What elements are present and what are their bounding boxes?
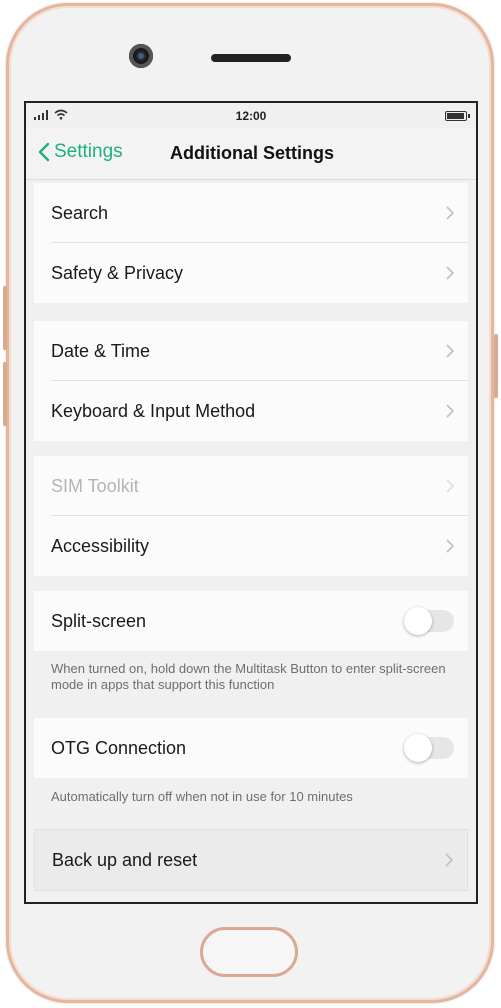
list-item-label: Search	[51, 202, 109, 223]
screen: 12:00 Settings Additional Settings Searc…	[24, 101, 478, 904]
toggle-knob	[404, 607, 432, 635]
list-item-backup-reset[interactable]: Back up and reset	[35, 830, 467, 890]
battery-icon	[445, 111, 470, 121]
earpiece-speaker	[211, 54, 291, 62]
chevron-right-icon	[446, 266, 454, 280]
page-title: Additional Settings	[170, 143, 334, 163]
settings-group-1: Search Safety & Privacy	[34, 183, 468, 303]
otg-toggle[interactable]	[404, 734, 454, 762]
status-bar: 12:00	[26, 103, 476, 129]
volume-down-button	[3, 362, 7, 426]
wifi-icon	[54, 109, 68, 120]
status-time: 12:00	[235, 109, 267, 123]
settings-group-3: SIM Toolkit Accessibility	[34, 456, 468, 576]
nav-bar: Settings Additional Settings	[26, 129, 476, 180]
list-item-accessibility[interactable]: Accessibility	[34, 516, 468, 576]
list-item-label: Safety & Privacy	[51, 262, 184, 283]
split-screen-hint: When turned on, hold down the Multitask …	[51, 661, 446, 692]
chevron-right-icon	[446, 344, 454, 358]
list-item-label: Back up and reset	[52, 849, 198, 870]
otg-group: OTG Connection	[34, 718, 468, 778]
list-item-label: SIM Toolkit	[51, 475, 139, 496]
list-item-split-screen: Split-screen	[34, 591, 468, 651]
list-item-search[interactable]: Search	[34, 183, 468, 243]
list-item-date-time[interactable]: Date & Time	[34, 321, 468, 381]
split-screen-toggle[interactable]	[404, 607, 454, 635]
toggle-knob	[404, 734, 432, 762]
list-item-label: Date & Time	[51, 340, 151, 361]
home-button[interactable]	[200, 927, 298, 977]
chevron-right-icon	[446, 539, 454, 553]
front-camera	[129, 44, 153, 68]
chevron-right-icon	[446, 206, 454, 220]
otg-hint: Automatically turn off when not in use f…	[51, 789, 353, 804]
list-item-label: OTG Connection	[51, 737, 187, 758]
list-item-label: Accessibility	[51, 535, 150, 556]
signal-icon	[34, 110, 48, 120]
settings-group-2: Date & Time Keyboard & Input Method	[34, 321, 468, 441]
power-button	[494, 334, 498, 398]
chevron-right-icon	[445, 853, 453, 867]
list-item-label: Split-screen	[51, 610, 147, 631]
list-item-label: Keyboard & Input Method	[51, 400, 256, 421]
reset-group: Back up and reset	[34, 829, 468, 891]
volume-up-button	[3, 286, 7, 350]
list-item-otg-connection: OTG Connection	[34, 718, 468, 778]
list-item-keyboard-input[interactable]: Keyboard & Input Method	[34, 381, 468, 441]
list-item-safety-privacy[interactable]: Safety & Privacy	[34, 243, 468, 303]
list-item-sim-toolkit: SIM Toolkit	[34, 456, 468, 516]
split-screen-group: Split-screen	[34, 591, 468, 651]
chevron-right-icon	[446, 404, 454, 418]
status-icons	[34, 109, 68, 120]
chevron-right-icon	[446, 479, 454, 493]
